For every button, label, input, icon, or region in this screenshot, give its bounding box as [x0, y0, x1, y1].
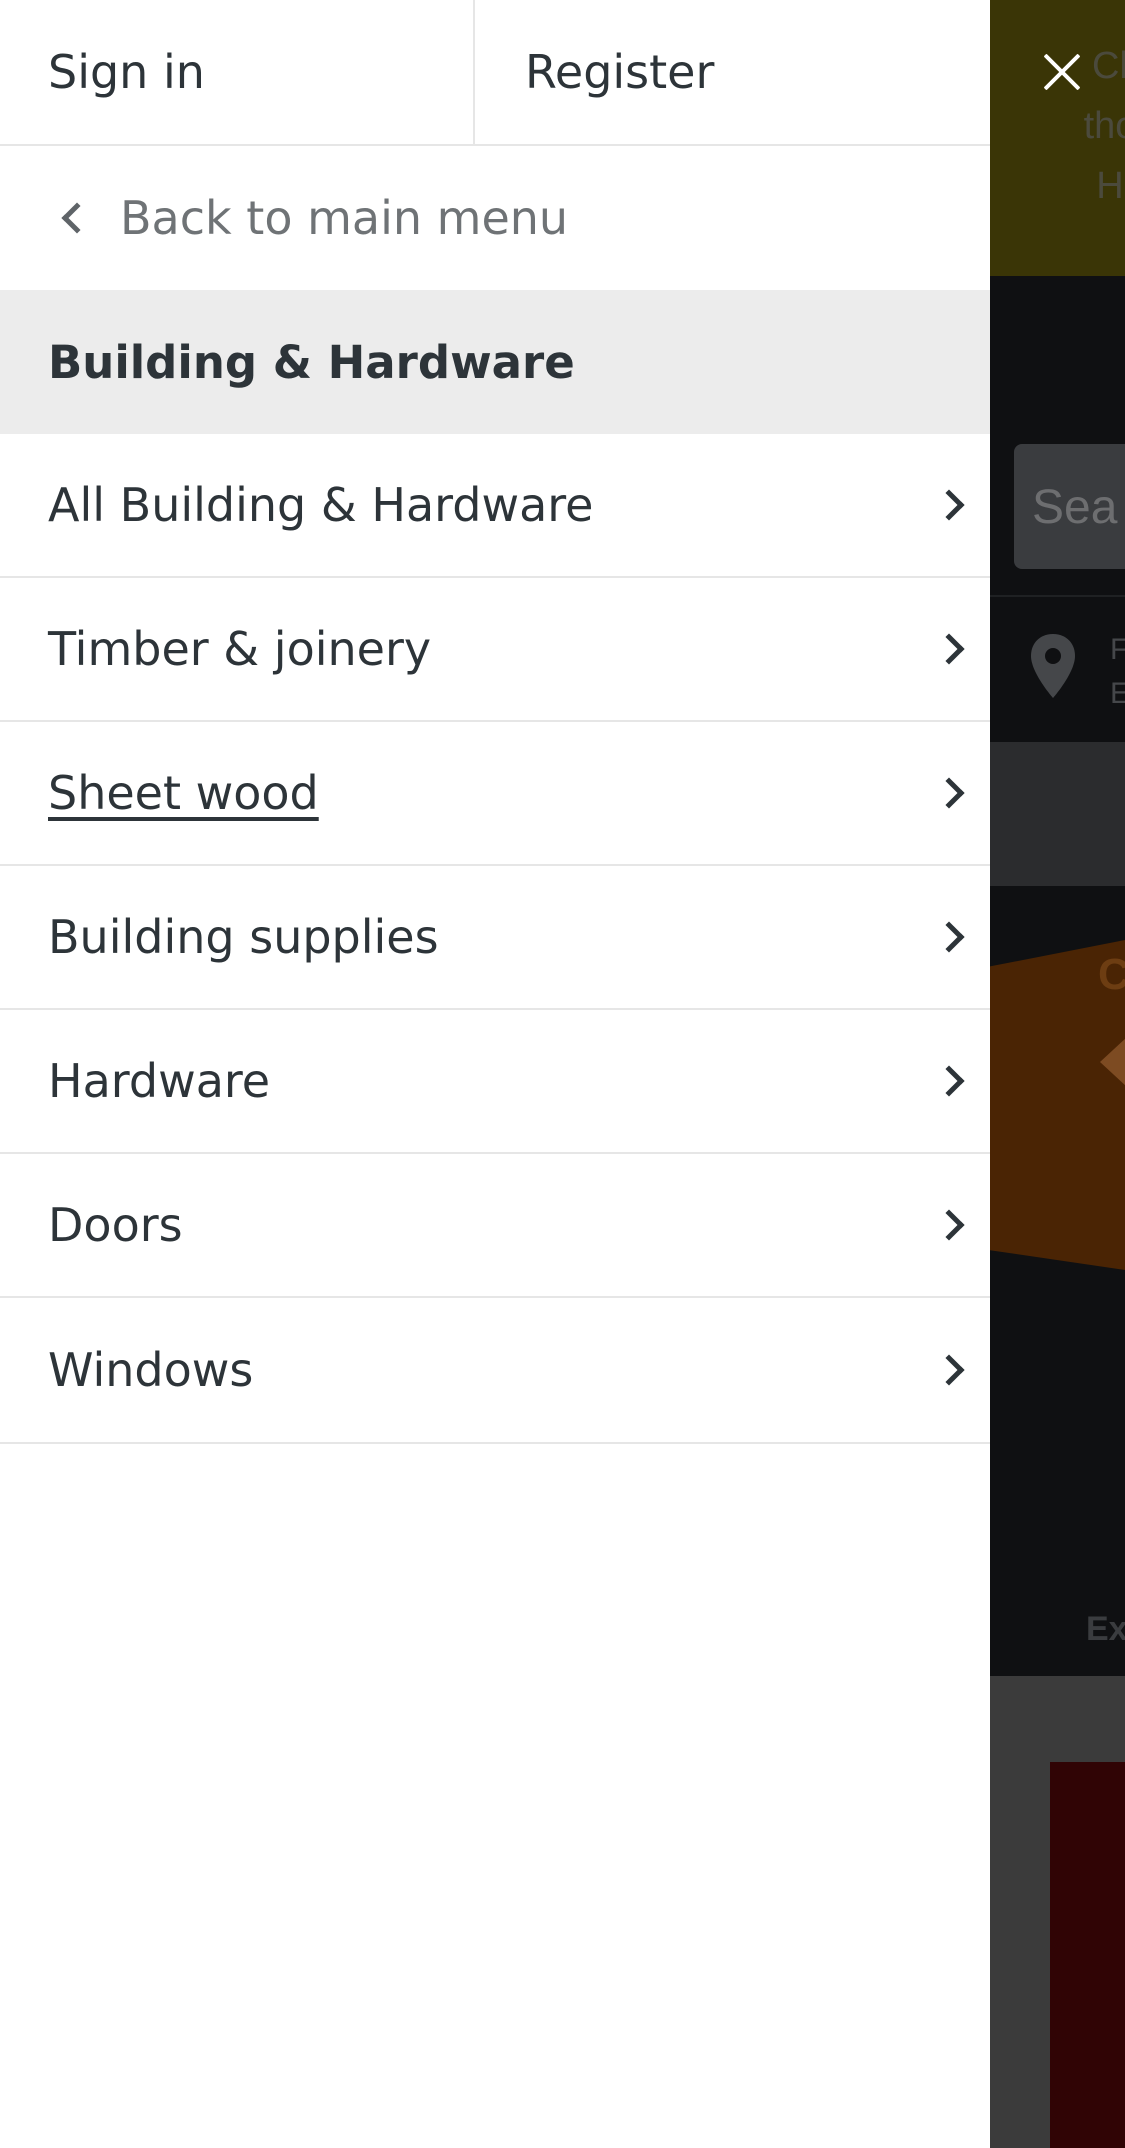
carousel-prev-icon [1100, 1038, 1125, 1086]
menu-item-building-supplies[interactable]: Building supplies [0, 866, 990, 1010]
promo-banner: Cl tho H [990, 0, 1125, 276]
back-to-main-menu-button[interactable]: Back to main menu [0, 146, 990, 290]
close-icon[interactable] [1042, 52, 1082, 92]
chevron-right-icon [933, 633, 965, 665]
category-menu: All Building & Hardware Timber & joinery… [0, 434, 990, 1444]
menu-item-all-building-hardware[interactable]: All Building & Hardware [0, 434, 990, 578]
menu-item-doors[interactable]: Doors [0, 1154, 990, 1298]
navigation-drawer: Sign in Register Back to main menu Build… [0, 0, 990, 2148]
menu-item-label: Windows [48, 1343, 254, 1397]
menu-item-label: Sheet wood [48, 766, 319, 820]
chevron-right-icon [933, 1065, 965, 1097]
category-strip [990, 742, 1125, 886]
background-footer-text: Ex [1086, 1610, 1125, 1648]
hero-promo-letter: C [1098, 950, 1125, 999]
account-bar: Sign in Register [0, 0, 990, 146]
menu-item-label: Doors [48, 1198, 183, 1252]
menu-item-label: Hardware [48, 1054, 271, 1108]
menu-item-windows[interactable]: Windows [0, 1298, 990, 1444]
chevron-right-icon [933, 777, 965, 809]
section-title: Building & Hardware [0, 290, 990, 434]
store-selector-text: F E [1110, 633, 1125, 710]
chevron-right-icon [933, 1209, 965, 1241]
promo-banner-text: Cl tho H [1083, 45, 1125, 207]
background-page: Cl tho H Sea F E C [990, 0, 1125, 2148]
header-divider [990, 595, 1125, 597]
chevron-right-icon [933, 921, 965, 953]
chevron-right-icon [933, 489, 965, 521]
menu-item-hardware[interactable]: Hardware [0, 1010, 990, 1154]
register-button[interactable]: Register [477, 0, 990, 144]
menu-item-label: Timber & joinery [48, 622, 432, 676]
chevron-right-icon [933, 1354, 965, 1386]
menu-item-timber-joinery[interactable]: Timber & joinery [0, 578, 990, 722]
map-pin-icon [1031, 634, 1075, 698]
search-placeholder: Sea [1032, 481, 1118, 534]
product-image [1050, 1762, 1125, 2148]
section-title-label: Building & Hardware [48, 335, 575, 389]
back-label: Back to main menu [120, 191, 569, 245]
menu-item-sheet-wood[interactable]: Sheet wood [0, 722, 990, 866]
sign-in-button[interactable]: Sign in [0, 0, 475, 144]
search-input[interactable]: Sea [1014, 444, 1125, 569]
chevron-left-icon [61, 202, 93, 234]
menu-item-label: All Building & Hardware [48, 478, 594, 532]
menu-item-label: Building supplies [48, 910, 439, 964]
